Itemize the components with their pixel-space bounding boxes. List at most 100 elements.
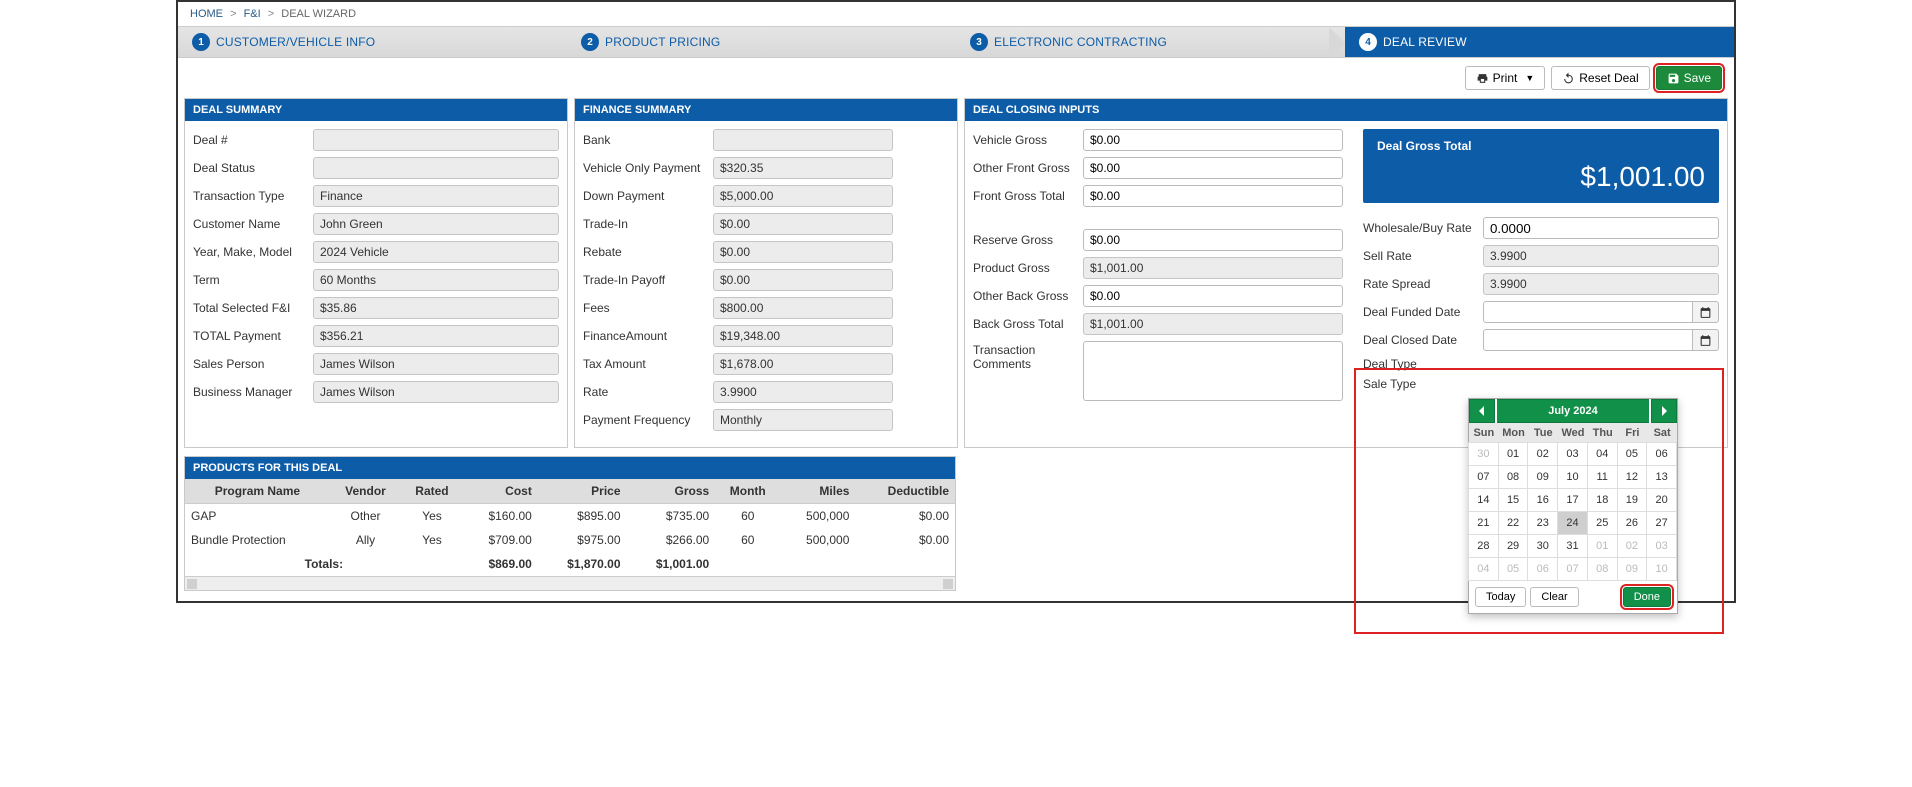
reset-deal-button[interactable]: Reset Deal <box>1551 66 1649 90</box>
horizontal-scrollbar[interactable] <box>185 576 955 590</box>
datepicker-dow: Wed <box>1558 423 1588 443</box>
datepicker-day[interactable]: 21 <box>1468 511 1499 535</box>
transaction-comments-label: Transaction Comments <box>973 341 1083 401</box>
reserve-gross-input[interactable] <box>1083 229 1343 251</box>
deal-type-label: Deal Type <box>1363 357 1483 371</box>
datepicker-day[interactable]: 04 <box>1468 557 1499 581</box>
datepicker-day[interactable]: 31 <box>1557 534 1588 558</box>
step-product-pricing[interactable]: 2 PRODUCT PRICING <box>567 27 956 57</box>
deal-closing-inputs-panel: DEAL CLOSING INPUTS Vehicle Gross Other … <box>964 98 1728 448</box>
transaction-comments-input[interactable] <box>1083 341 1343 401</box>
datepicker-day[interactable]: 10 <box>1646 557 1677 581</box>
calendar-icon <box>1699 306 1712 319</box>
undo-icon <box>1562 72 1575 85</box>
datepicker-day[interactable]: 28 <box>1468 534 1499 558</box>
datepicker-day[interactable]: 25 <box>1587 511 1618 535</box>
breadcrumb-fi[interactable]: F&I <box>244 8 261 20</box>
datepicker-day[interactable]: 18 <box>1587 488 1618 512</box>
datepicker-day[interactable]: 16 <box>1527 488 1558 512</box>
total-fi-field: $35.86 <box>313 297 559 319</box>
tax-amount-label: Tax Amount <box>583 357 713 371</box>
datepicker-month-title[interactable]: July 2024 <box>1497 399 1649 423</box>
datepicker-day[interactable]: 01 <box>1587 534 1618 558</box>
vehicle-gross-label: Vehicle Gross <box>973 133 1083 147</box>
datepicker-day[interactable]: 22 <box>1498 511 1529 535</box>
payment-frequency-label: Payment Frequency <box>583 413 713 427</box>
ymm-label: Year, Make, Model <box>193 245 313 259</box>
datepicker-day[interactable]: 06 <box>1646 442 1677 466</box>
datepicker-day[interactable]: 04 <box>1587 442 1618 466</box>
col-vendor: Vendor <box>330 479 401 504</box>
cell-gross: $735.00 <box>627 504 716 529</box>
datepicker-day[interactable]: 29 <box>1498 534 1529 558</box>
datepicker-day[interactable]: 01 <box>1498 442 1529 466</box>
step-number-icon: 1 <box>192 33 210 51</box>
totals-price: $1,870.00 <box>538 552 627 576</box>
datepicker-day[interactable]: 30 <box>1468 442 1499 466</box>
datepicker-day[interactable]: 08 <box>1498 465 1529 489</box>
datepicker-day[interactable]: 12 <box>1617 465 1648 489</box>
datepicker-today-button[interactable]: Today <box>1475 587 1526 607</box>
datepicker-prev-button[interactable] <box>1469 399 1495 423</box>
datepicker-day[interactable]: 07 <box>1468 465 1499 489</box>
datepicker-day[interactable]: 05 <box>1617 442 1648 466</box>
datepicker-day[interactable]: 30 <box>1527 534 1558 558</box>
rate-spread-label: Rate Spread <box>1363 277 1483 291</box>
other-back-gross-input[interactable] <box>1083 285 1343 307</box>
datepicker-day[interactable]: 20 <box>1646 488 1677 512</box>
business-manager-label: Business Manager <box>193 385 313 399</box>
datepicker-day[interactable]: 07 <box>1557 557 1588 581</box>
datepicker-day[interactable]: 09 <box>1617 557 1648 581</box>
col-month: Month <box>715 479 780 504</box>
calendar-icon <box>1699 334 1712 347</box>
datepicker-day[interactable]: 14 <box>1468 488 1499 512</box>
step-electronic-contracting[interactable]: 3 ELECTRONIC CONTRACTING <box>956 27 1345 57</box>
breadcrumb-home[interactable]: HOME <box>190 8 223 20</box>
datepicker-day[interactable]: 17 <box>1557 488 1588 512</box>
front-gross-total-input[interactable] <box>1083 185 1343 207</box>
datepicker-day[interactable]: 05 <box>1498 557 1529 581</box>
action-bar: Print ▼ Reset Deal Save <box>178 58 1734 98</box>
deal-closed-date-calendar-button[interactable] <box>1693 329 1719 351</box>
datepicker-day[interactable]: 15 <box>1498 488 1529 512</box>
save-button[interactable]: Save <box>1656 66 1722 90</box>
step-deal-review[interactable]: 4 DEAL REVIEW <box>1345 27 1734 57</box>
trade-in-payoff-field: $0.00 <box>713 269 893 291</box>
vehicle-only-payment-field: $320.35 <box>713 157 893 179</box>
datepicker-day[interactable]: 23 <box>1527 511 1558 535</box>
datepicker-day[interactable]: 13 <box>1646 465 1677 489</box>
datepicker-next-button[interactable] <box>1651 399 1677 423</box>
other-back-gross-label: Other Back Gross <box>973 289 1083 303</box>
datepicker-day[interactable]: 06 <box>1527 557 1558 581</box>
datepicker-day[interactable]: 09 <box>1527 465 1558 489</box>
customer-name-field: John Green <box>313 213 559 235</box>
datepicker-day[interactable]: 26 <box>1617 511 1648 535</box>
print-button[interactable]: Print ▼ <box>1465 66 1546 90</box>
datepicker-clear-button[interactable]: Clear <box>1530 587 1578 607</box>
datepicker-day[interactable]: 03 <box>1646 534 1677 558</box>
step-customer-vehicle[interactable]: 1 CUSTOMER/VEHICLE INFO <box>178 27 567 57</box>
cell-month: 60 <box>715 528 780 552</box>
deal-summary-panel: DEAL SUMMARY Deal # Deal Status Transact… <box>184 98 568 448</box>
datepicker-done-button[interactable]: Done <box>1623 587 1671 607</box>
datepicker-day[interactable]: 27 <box>1646 511 1677 535</box>
datepicker-day[interactable]: 03 <box>1557 442 1588 466</box>
datepicker-dow: Sun <box>1469 423 1499 443</box>
datepicker-day[interactable]: 24 <box>1557 511 1588 535</box>
vehicle-gross-input[interactable] <box>1083 129 1343 151</box>
total-payment-label: TOTAL Payment <box>193 329 313 343</box>
datepicker-day[interactable]: 19 <box>1617 488 1648 512</box>
datepicker-day[interactable]: 02 <box>1527 442 1558 466</box>
datepicker-day[interactable]: 10 <box>1557 465 1588 489</box>
fees-label: Fees <box>583 301 713 315</box>
deal-funded-date-input[interactable] <box>1483 301 1693 323</box>
datepicker-day[interactable]: 11 <box>1587 465 1618 489</box>
deal-closed-date-input[interactable] <box>1483 329 1693 351</box>
other-front-gross-input[interactable] <box>1083 157 1343 179</box>
datepicker-day[interactable]: 02 <box>1617 534 1648 558</box>
deal-funded-date-calendar-button[interactable] <box>1693 301 1719 323</box>
datepicker-day[interactable]: 08 <box>1587 557 1618 581</box>
wholesale-buy-rate-input[interactable] <box>1483 217 1719 239</box>
deal-status-field <box>313 157 559 179</box>
finance-summary-panel: FINANCE SUMMARY Bank Vehicle Only Paymen… <box>574 98 958 448</box>
